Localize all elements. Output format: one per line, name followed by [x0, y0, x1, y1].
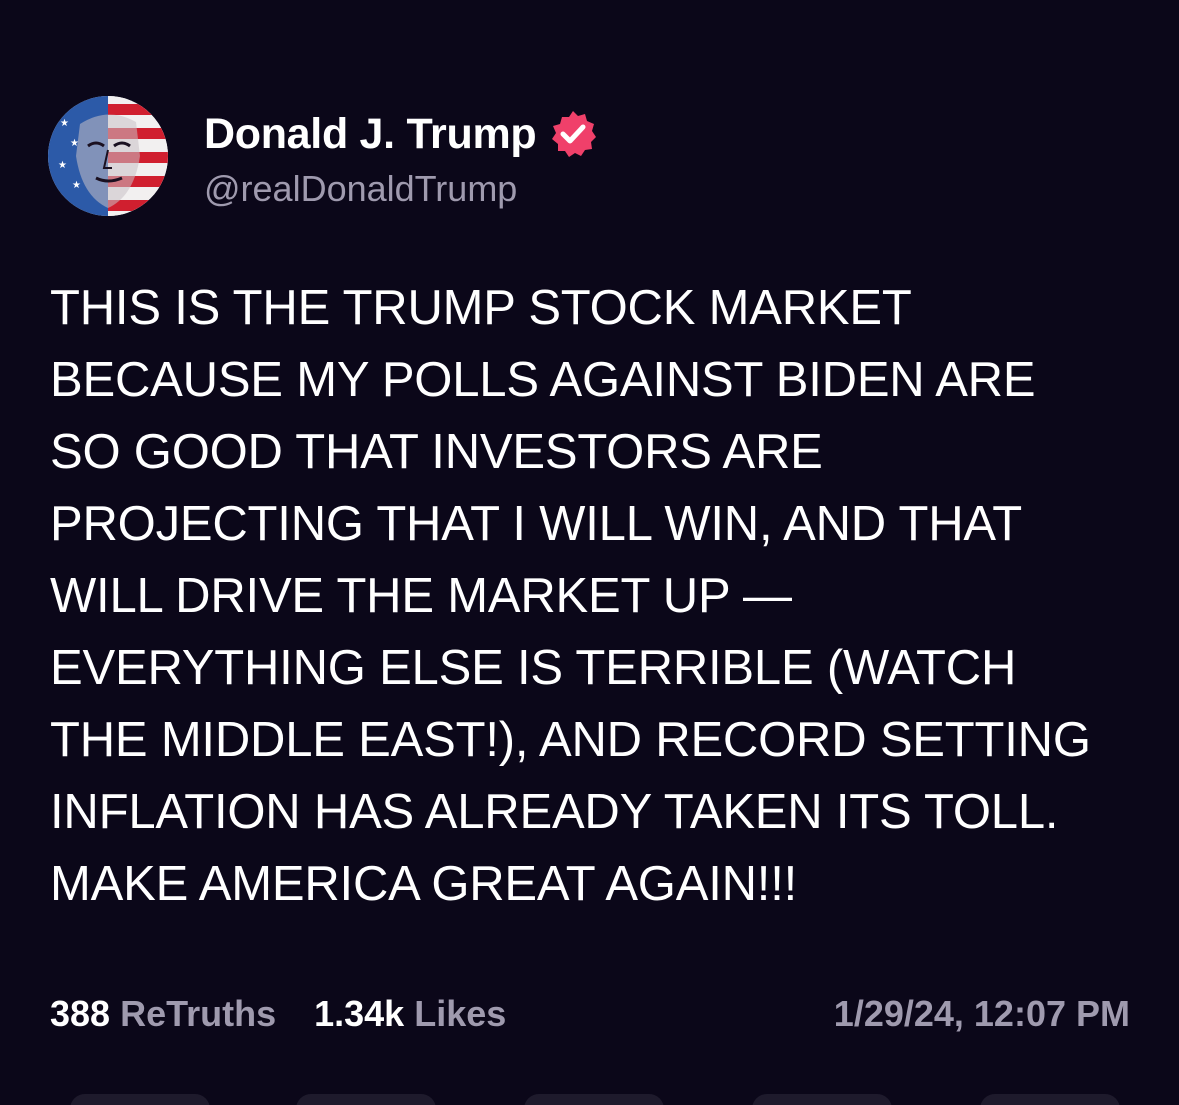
- likes-count: 1.34k: [314, 993, 405, 1034]
- retruths-count: 388: [50, 993, 111, 1034]
- share-button[interactable]: [752, 1094, 892, 1105]
- svg-text:★: ★: [72, 180, 81, 191]
- like-button[interactable]: [524, 1094, 664, 1105]
- post-action-bar: [0, 1094, 1179, 1105]
- post-stats: 388 ReTruths 1.34k Likes: [50, 988, 506, 1040]
- author-name-row[interactable]: Donald J. Trump: [204, 104, 598, 164]
- author-display-name[interactable]: Donald J. Trump: [204, 110, 537, 159]
- retruths-label: ReTruths: [120, 993, 277, 1034]
- likes-stat[interactable]: 1.34k Likes: [314, 993, 506, 1035]
- retruths-stat[interactable]: 388 ReTruths: [50, 993, 276, 1035]
- svg-text:★: ★: [70, 138, 79, 149]
- avatar-image: ★ ★ ★ ★: [48, 96, 168, 216]
- post-body-text: THIS IS THE TRUMP STOCK MARKET BECAUSE M…: [50, 281, 1091, 911]
- svg-text:★: ★: [60, 118, 69, 129]
- author-handle[interactable]: @realDonaldTrump: [204, 168, 517, 210]
- reply-button[interactable]: [70, 1094, 210, 1105]
- verified-badge-icon: [548, 109, 598, 159]
- more-button[interactable]: [980, 1094, 1120, 1105]
- post-timestamp: 1/29/24, 12:07 PM: [833, 993, 1130, 1034]
- svg-text:★: ★: [58, 160, 67, 171]
- author-avatar[interactable]: ★ ★ ★ ★: [48, 96, 168, 216]
- retruth-button[interactable]: [296, 1094, 436, 1105]
- likes-label: Likes: [414, 993, 507, 1034]
- post-card: ★ ★ ★ ★ Donald J. Trump @realDonaldTrump…: [0, 0, 1179, 1105]
